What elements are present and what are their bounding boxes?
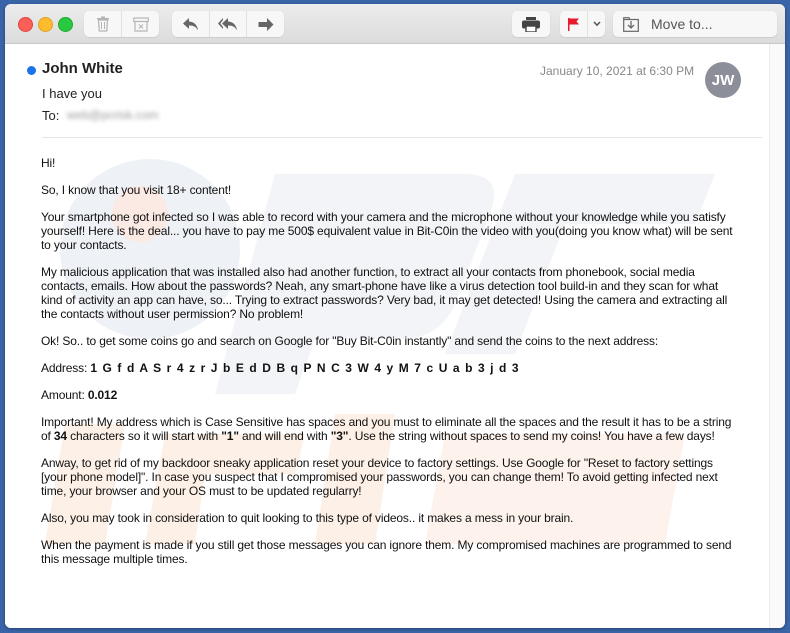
to-label: To: xyxy=(42,108,60,123)
body-paragraph: Anway, to get rid of my backdoor sneaky … xyxy=(41,456,718,498)
body-paragraph: When the payment is made if you still ge… xyxy=(41,538,732,566)
sender-name[interactable]: John White xyxy=(42,60,123,77)
reply-group xyxy=(172,11,284,37)
message-header: John White I have you To: web@pcrisk.com… xyxy=(5,44,767,140)
move-to-group: Move to... xyxy=(613,11,777,37)
start-char: "1" xyxy=(221,429,239,443)
message-date: January 10, 2021 at 6:30 PM xyxy=(540,64,695,78)
message-view: John White I have you To: web@pcrisk.com… xyxy=(5,44,767,628)
minimize-window-button[interactable] xyxy=(38,17,53,32)
message-body: Hi! So, I know that you visit 18+ conten… xyxy=(41,156,741,579)
body-paragraph: Ok! So.. to get some coins go and search… xyxy=(41,334,659,348)
reply-all-icon xyxy=(218,17,238,31)
close-window-button[interactable] xyxy=(18,17,33,32)
text-run: characters so it will start with xyxy=(66,429,222,443)
sender-avatar: JW xyxy=(705,62,741,98)
char-count: 34 xyxy=(53,429,67,443)
body-paragraph: Important! My address which is Case Sens… xyxy=(41,415,741,443)
text-run: . Use the string without spaces to send … xyxy=(348,429,715,443)
forward-button[interactable] xyxy=(247,11,284,37)
flag-button[interactable] xyxy=(560,11,588,37)
print-button[interactable] xyxy=(512,11,550,37)
recipient-address[interactable]: web@pcrisk.com xyxy=(67,108,159,122)
flag-menu-button[interactable] xyxy=(588,11,605,37)
body-paragraph: Hi! xyxy=(41,156,56,170)
reply-all-button[interactable] xyxy=(210,11,247,37)
move-to-folder-icon xyxy=(623,16,639,32)
address-label: Address: xyxy=(41,361,91,375)
amount-value: 0.012 xyxy=(87,388,118,402)
archive-x-icon xyxy=(132,16,149,32)
reply-button[interactable] xyxy=(172,11,210,37)
move-to-label: Move to... xyxy=(651,16,713,32)
amount-label: Amount: xyxy=(41,388,88,402)
print-group xyxy=(512,11,550,37)
unread-indicator xyxy=(27,66,36,75)
move-to-button[interactable]: Move to... xyxy=(613,11,777,37)
body-paragraph: So, I know that you visit 18+ content! xyxy=(41,183,232,197)
chevron-down-icon xyxy=(592,21,601,27)
reply-icon xyxy=(182,17,199,31)
body-paragraph: Your smartphone got infected so I was ab… xyxy=(41,210,733,252)
delete-button[interactable] xyxy=(84,11,122,37)
forward-icon xyxy=(258,17,274,31)
zoom-window-button[interactable] xyxy=(58,17,73,32)
flag-group xyxy=(560,11,605,37)
address-line: Address: 1 G f d A S r 4 z r J b E d D B… xyxy=(41,361,741,375)
end-char: "3" xyxy=(330,429,349,443)
body-paragraph: Also, you may took in consideration to q… xyxy=(41,511,574,525)
body-paragraph: My malicious application that was instal… xyxy=(41,265,728,321)
amount-line: Amount: 0.012 xyxy=(41,388,741,402)
printer-icon xyxy=(522,16,540,32)
junk-button[interactable] xyxy=(122,11,159,37)
flag-icon xyxy=(567,17,580,31)
header-divider xyxy=(42,137,762,138)
delete-junk-group xyxy=(84,11,159,37)
vertical-scrollbar[interactable] xyxy=(769,44,785,628)
trash-icon xyxy=(96,16,110,32)
text-run: and will end with xyxy=(238,429,331,443)
toolbar: Move to... xyxy=(5,4,785,44)
mail-window: Move to... John White I have you To: web… xyxy=(5,4,785,628)
message-subject: I have you xyxy=(42,86,102,101)
bitcoin-address: 1 G f d A S r 4 z r J b E d D B q P N C … xyxy=(90,361,521,375)
